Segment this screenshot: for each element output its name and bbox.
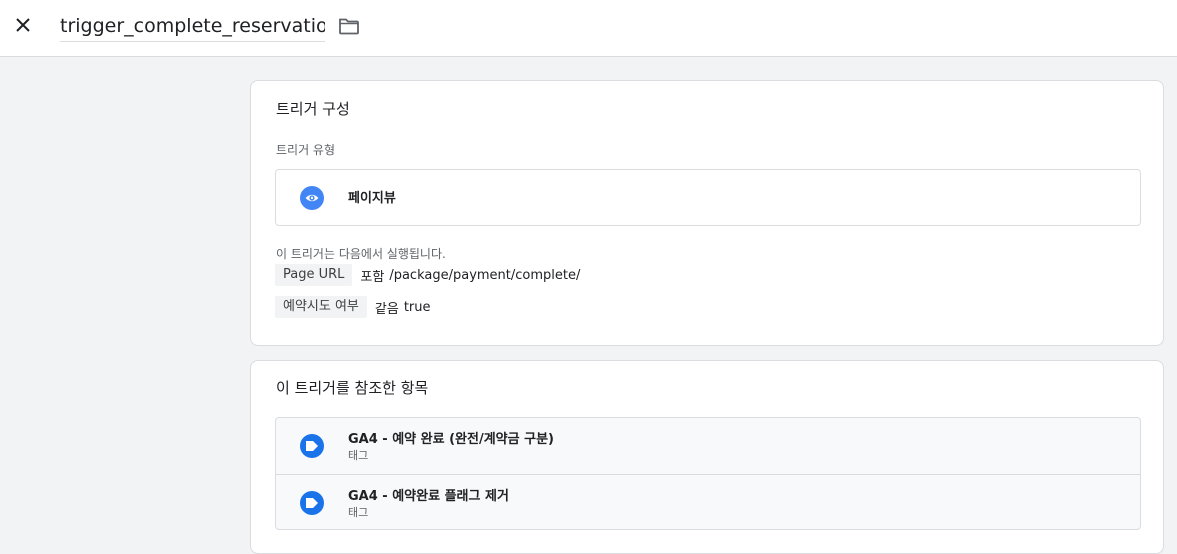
close-button[interactable]: [8, 10, 38, 40]
reference-type: 태그: [348, 449, 369, 462]
condition-value: true: [403, 299, 431, 315]
reference-name: GA4 - 예약완료 플래그 제거: [348, 489, 509, 504]
condition-operator: 포함: [360, 269, 385, 285]
trigger-type-selector[interactable]: 페이지뷰: [275, 169, 1141, 226]
close-icon: [16, 18, 30, 32]
tag-icon: [300, 491, 324, 515]
reference-item[interactable]: GA4 - 예약완료 플래그 제거 태그: [276, 474, 1140, 529]
eye-icon: [300, 186, 324, 210]
condition-operator: 같음: [374, 301, 399, 317]
tag-icon: [300, 434, 324, 458]
condition-row: Page URL 포함 /package/payment/complete/: [275, 264, 580, 286]
condition-variable: Page URL: [275, 264, 353, 286]
reference-item[interactable]: GA4 - 예약 완료 (완전/계약금 구분) 태그: [276, 418, 1140, 474]
reference-name: GA4 - 예약 완료 (완전/계약금 구분): [348, 432, 554, 447]
top-bar: [0, 0, 1177, 57]
references-list: GA4 - 예약 완료 (완전/계약금 구분) 태그 GA4 - 예약완료 플래…: [275, 417, 1141, 530]
trigger-config-card: 트리거 구성 트리거 유형 페이지뷰 이 트리거는 다음에서 실행됩니다. Pa…: [250, 80, 1164, 346]
trigger-type-name: 페이지뷰: [348, 191, 396, 206]
condition-variable: 예약시도 여부: [275, 296, 367, 318]
references-title: 이 트리거를 참조한 항목: [276, 379, 429, 397]
folder-icon: [339, 18, 359, 35]
condition-row: 예약시도 여부 같음 true: [275, 296, 431, 318]
fires-on-label: 이 트리거는 다음에서 실행됩니다.: [276, 247, 446, 261]
references-card: 이 트리거를 참조한 항목 GA4 - 예약 완료 (완전/계약금 구분) 태그…: [250, 360, 1164, 554]
folder-button[interactable]: [337, 14, 361, 38]
reference-type: 태그: [348, 506, 369, 519]
trigger-type-label: 트리거 유형: [276, 143, 336, 157]
trigger-name-input[interactable]: [60, 10, 325, 42]
condition-value: /package/payment/complete/: [389, 267, 581, 283]
trigger-config-title: 트리거 구성: [276, 100, 350, 118]
